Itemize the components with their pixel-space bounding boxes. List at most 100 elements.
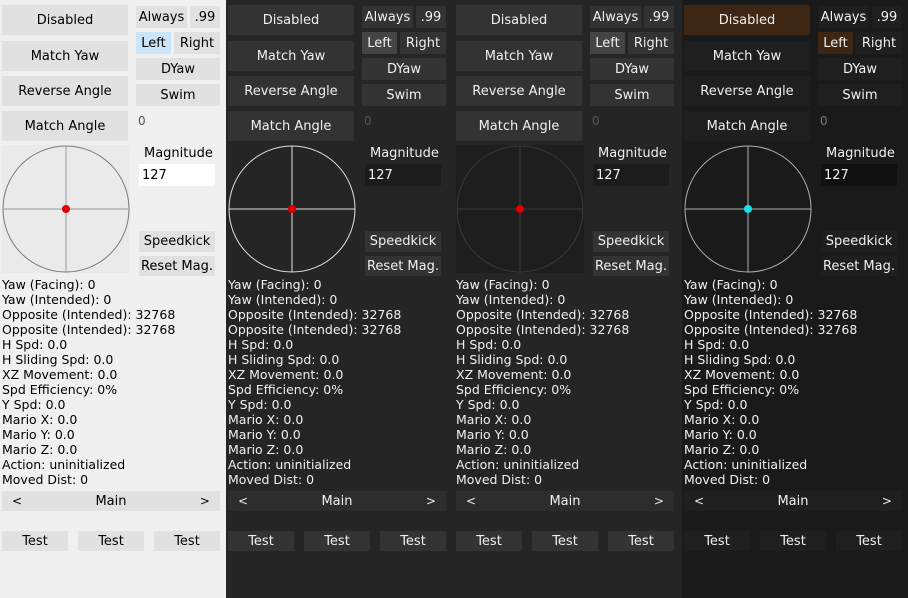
stat-line: H Spd: 0.0 <box>456 337 522 352</box>
next-tab-button[interactable]: > <box>654 494 664 508</box>
swim-button[interactable]: Swim <box>362 84 446 106</box>
stat-line: Opposite (Intended): 32768 <box>684 322 858 337</box>
test-button-1[interactable]: Test <box>228 531 294 551</box>
reverse-angle-button[interactable]: Reverse Angle <box>2 76 128 106</box>
next-tab-button[interactable]: > <box>200 494 210 508</box>
match-angle-button[interactable]: Match Angle <box>456 111 582 141</box>
prev-tab-button[interactable]: < <box>238 494 248 508</box>
speedkick-button[interactable]: Speedkick <box>593 231 669 252</box>
swim-button[interactable]: Swim <box>818 84 902 106</box>
mode-disabled-button[interactable]: Disabled <box>2 5 128 35</box>
next-tab-button[interactable]: > <box>426 494 436 508</box>
stat-line: H Sliding Spd: 0.0 <box>228 352 340 367</box>
test-button-3[interactable]: Test <box>608 531 674 551</box>
speedkick-button[interactable]: Speedkick <box>821 231 897 252</box>
reset-magnitude-button[interactable]: Reset Mag. <box>593 256 669 276</box>
stat-line: Yaw (Facing): 0 <box>228 277 322 292</box>
stat-line: Action: uninitialized <box>684 457 808 472</box>
match-yaw-button[interactable]: Match Yaw <box>228 41 354 71</box>
always-button[interactable]: Always <box>590 6 641 28</box>
test-button-2[interactable]: Test <box>532 531 598 551</box>
test-button-2[interactable]: Test <box>304 531 370 551</box>
test-button-1[interactable]: Test <box>2 531 68 551</box>
prev-tab-button[interactable]: < <box>12 494 22 508</box>
dyaw-button[interactable]: DYaw <box>590 58 674 80</box>
joystick[interactable] <box>228 145 356 273</box>
mode-disabled-button[interactable]: Disabled <box>456 5 582 35</box>
right-button[interactable]: Right <box>628 32 674 54</box>
stats-list: Yaw (Facing): 0 Yaw (Intended): 0 Opposite… <box>684 277 857 487</box>
joystick[interactable] <box>456 145 584 273</box>
next-tab-button[interactable]: > <box>882 494 892 508</box>
test-button-3[interactable]: Test <box>380 531 446 551</box>
stat-line: Spd Efficiency: 0% <box>2 382 118 397</box>
right-button[interactable]: Right <box>174 32 220 54</box>
tab-navigator: < Main > <box>456 491 674 511</box>
dyaw-button[interactable]: DYaw <box>818 58 902 80</box>
test-button-1[interactable]: Test <box>456 531 522 551</box>
mode-disabled-button[interactable]: Disabled <box>684 5 810 35</box>
stat-line: Yaw (Facing): 0 <box>2 277 96 292</box>
reverse-angle-button[interactable]: Reverse Angle <box>228 76 354 106</box>
magnitude-input[interactable]: 127 <box>821 164 897 186</box>
always-button[interactable]: Always <box>362 6 413 28</box>
joystick-position-dot <box>516 205 524 213</box>
reverse-angle-button[interactable]: Reverse Angle <box>456 76 582 106</box>
right-button[interactable]: Right <box>856 32 902 54</box>
stat-line: Mario Z: 0.0 <box>228 442 304 457</box>
match-yaw-button[interactable]: Match Yaw <box>684 41 810 71</box>
stat-line: Spd Efficiency: 0% <box>228 382 344 397</box>
swim-button[interactable]: Swim <box>136 84 220 106</box>
magnitude-input[interactable]: 127 <box>139 164 215 186</box>
reset-magnitude-button[interactable]: Reset Mag. <box>821 256 897 276</box>
angle-value: 0 <box>364 114 372 128</box>
tab-navigator: < Main > <box>684 491 902 511</box>
point-99-button[interactable]: .99 <box>416 6 446 28</box>
magnitude-input[interactable]: 127 <box>593 164 669 186</box>
stat-line: Yaw (Intended): 0 <box>228 292 338 307</box>
reset-magnitude-button[interactable]: Reset Mag. <box>139 256 215 276</box>
tab-label: Main <box>95 493 127 509</box>
left-button[interactable]: Left <box>136 32 171 54</box>
stat-line: Moved Dist: 0 <box>684 472 771 487</box>
stat-line: Moved Dist: 0 <box>228 472 315 487</box>
point-99-button[interactable]: .99 <box>872 6 902 28</box>
test-button-1[interactable]: Test <box>684 531 750 551</box>
mode-disabled-button[interactable]: Disabled <box>228 5 354 35</box>
match-yaw-button[interactable]: Match Yaw <box>2 41 128 71</box>
reverse-angle-button[interactable]: Reverse Angle <box>684 76 810 106</box>
dyaw-button[interactable]: DYaw <box>362 58 446 80</box>
test-button-3[interactable]: Test <box>836 531 902 551</box>
dyaw-button[interactable]: DYaw <box>136 58 220 80</box>
magnitude-label: Magnitude <box>370 146 439 161</box>
prev-tab-button[interactable]: < <box>466 494 476 508</box>
swim-button[interactable]: Swim <box>590 84 674 106</box>
left-button[interactable]: Left <box>818 32 853 54</box>
left-button[interactable]: Left <box>590 32 625 54</box>
reset-magnitude-button[interactable]: Reset Mag. <box>365 256 441 276</box>
stat-line: Opposite (Intended): 32768 <box>228 322 402 337</box>
match-angle-button[interactable]: Match Angle <box>2 111 128 141</box>
match-angle-button[interactable]: Match Angle <box>228 111 354 141</box>
stat-line: Mario X: 0.0 <box>684 412 760 427</box>
match-angle-button[interactable]: Match Angle <box>684 111 810 141</box>
point-99-button[interactable]: .99 <box>190 6 220 28</box>
always-button[interactable]: Always <box>818 6 869 28</box>
left-button[interactable]: Left <box>362 32 397 54</box>
joystick[interactable] <box>684 145 812 273</box>
right-button[interactable]: Right <box>400 32 446 54</box>
stat-line: Y Spd: 0.0 <box>2 397 66 412</box>
point-99-button[interactable]: .99 <box>644 6 674 28</box>
test-button-3[interactable]: Test <box>154 531 220 551</box>
test-button-2[interactable]: Test <box>78 531 144 551</box>
magnitude-input[interactable]: 127 <box>365 164 441 186</box>
speedkick-button[interactable]: Speedkick <box>139 231 215 252</box>
test-button-2[interactable]: Test <box>760 531 826 551</box>
always-button[interactable]: Always <box>136 6 187 28</box>
angle-value: 0 <box>820 114 828 128</box>
stat-line: Opposite (Intended): 32768 <box>456 307 630 322</box>
speedkick-button[interactable]: Speedkick <box>365 231 441 252</box>
prev-tab-button[interactable]: < <box>694 494 704 508</box>
match-yaw-button[interactable]: Match Yaw <box>456 41 582 71</box>
joystick[interactable] <box>2 145 130 273</box>
